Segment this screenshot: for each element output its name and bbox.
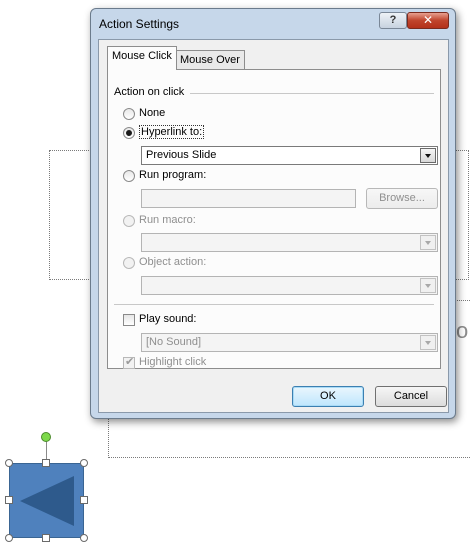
resize-handle-top-right[interactable]	[80, 459, 88, 467]
resize-handle-top-left[interactable]	[5, 459, 13, 467]
mouse-click-panel: Action on click None Hyperlink to: Previ…	[107, 69, 441, 369]
chevron-down-icon	[425, 341, 431, 345]
close-button[interactable]: ✕	[407, 12, 449, 29]
tab-mouse-click[interactable]: Mouse Click	[107, 46, 177, 70]
resize-handle-right[interactable]	[80, 496, 88, 504]
object-action-select	[141, 276, 438, 295]
ok-button[interactable]: OK	[292, 386, 364, 407]
option-play-sound[interactable]: Play sound:	[123, 313, 283, 328]
highlight-click-checkbox: ✔	[123, 356, 135, 369]
object-action-radio	[123, 257, 135, 269]
chevron-down-icon	[425, 154, 431, 158]
option-highlight-click: ✔ Highlight click	[123, 356, 283, 371]
resize-handle-left[interactable]	[5, 496, 13, 504]
group-divider	[190, 93, 434, 94]
object-action-dropdown-button	[420, 278, 436, 293]
resize-handle-bottom[interactable]	[42, 534, 50, 542]
program-path-field	[141, 189, 356, 208]
macro-select	[141, 233, 438, 252]
run-macro-radio	[123, 215, 135, 227]
none-label: None	[139, 107, 166, 119]
run-macro-label: Run macro:	[139, 214, 196, 226]
run-program-radio[interactable]	[123, 170, 135, 182]
rotation-connector	[46, 441, 47, 461]
placeholder-text: o	[456, 318, 469, 343]
hyperlink-dropdown-button[interactable]	[420, 148, 436, 163]
run-program-label: Run program:	[139, 169, 207, 181]
option-hyperlink[interactable]: Hyperlink to:	[123, 125, 283, 141]
section-divider	[114, 304, 434, 305]
sound-dropdown-button	[420, 335, 436, 350]
highlight-click-label: Highlight click	[139, 356, 207, 368]
sound-select-value: [No Sound]	[146, 336, 202, 348]
action-settings-dialog: Action Settings ? ✕ Mouse Click Mouse Ov…	[90, 8, 456, 419]
hyperlink-radio[interactable]	[123, 127, 135, 139]
dialog-titlebar[interactable]: Action Settings ? ✕	[91, 9, 455, 37]
chevron-down-icon	[425, 241, 431, 245]
option-run-macro: Run macro:	[123, 214, 283, 229]
action-button-back-shape[interactable]	[9, 463, 84, 538]
macro-dropdown-button	[420, 235, 436, 250]
slide-canvas: o Action Settings ? ✕ Mouse Click Mouse …	[0, 0, 471, 550]
object-action-label: Object action:	[139, 256, 207, 268]
dialog-title: Action Settings	[99, 17, 180, 31]
checkmark-icon: ✔	[125, 356, 135, 368]
hyperlink-select[interactable]: Previous Slide	[141, 146, 438, 165]
hyperlink-select-value: Previous Slide	[146, 149, 217, 161]
option-none[interactable]: None	[123, 107, 243, 122]
play-sound-checkbox[interactable]	[123, 314, 135, 326]
chevron-down-icon	[425, 284, 431, 288]
tab-mouse-over[interactable]: Mouse Over	[175, 50, 245, 69]
sound-select: [No Sound]	[141, 333, 438, 352]
option-run-program[interactable]: Run program:	[123, 169, 283, 184]
hyperlink-label: Hyperlink to:	[139, 125, 205, 139]
resize-handle-bottom-right[interactable]	[80, 534, 88, 542]
play-sound-label: Play sound:	[139, 313, 197, 325]
option-object-action: Object action:	[123, 256, 283, 271]
help-button[interactable]: ?	[379, 12, 407, 29]
cancel-button[interactable]: Cancel	[375, 386, 447, 407]
browse-button: Browse...	[366, 188, 438, 209]
action-group-label: Action on click	[114, 86, 185, 98]
back-arrow-icon	[20, 476, 74, 526]
resize-handle-bottom-left[interactable]	[5, 534, 13, 542]
resize-handle-top[interactable]	[42, 459, 50, 467]
dialog-client-area: Mouse Click Mouse Over Action on click N…	[98, 39, 449, 413]
none-radio[interactable]	[123, 108, 135, 120]
rotation-handle[interactable]	[41, 432, 51, 442]
